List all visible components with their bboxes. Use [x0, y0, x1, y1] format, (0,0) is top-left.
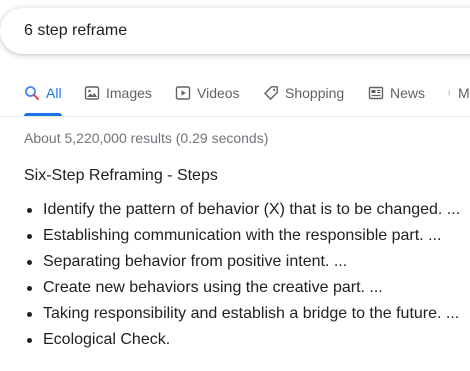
more-vert-icon: [448, 90, 450, 96]
tag-icon: [264, 86, 278, 100]
search-icon: [25, 86, 39, 100]
list-item: Separating behavior from positive intent…: [24, 251, 460, 277]
bullet-icon: [27, 338, 32, 343]
search-query-text[interactable]: 6 step reframe: [24, 21, 127, 41]
search-tabs: All Images Videos Shopping News M: [0, 80, 470, 117]
tab-more-label: M: [458, 85, 470, 101]
featured-snippet-list: Identify the pattern of behavior (X) tha…: [24, 199, 460, 355]
step-text: Ecological Check.: [43, 331, 171, 348]
tab-all-label: All: [46, 85, 62, 101]
bullet-icon: [27, 286, 32, 291]
tab-shopping-label: Shopping: [285, 85, 345, 101]
tab-shopping[interactable]: Shopping: [263, 84, 344, 116]
step-text: Create new behaviors using the creative …: [43, 279, 383, 296]
step-text: Establishing communication with the resp…: [43, 227, 442, 244]
list-item: Establishing communication with the resp…: [24, 225, 460, 251]
bullet-icon: [27, 312, 32, 317]
step-text: Taking responsibility and establish a br…: [43, 305, 460, 322]
search-input[interactable]: 6 step reframe: [0, 8, 470, 54]
list-item: Create new behaviors using the creative …: [24, 277, 460, 303]
tab-images-label: Images: [106, 85, 152, 101]
newspaper-icon: [368, 86, 384, 100]
tab-videos-label: Videos: [197, 85, 240, 101]
results-stats: About 5,220,000 results (0.29 seconds): [24, 130, 269, 146]
list-item: Identify the pattern of behavior (X) tha…: [24, 199, 460, 225]
tab-images[interactable]: Images: [84, 84, 152, 116]
list-item: Taking responsibility and establish a br…: [24, 303, 460, 329]
tab-all[interactable]: All: [24, 84, 62, 116]
featured-snippet-title[interactable]: Six-Step Reframing - Steps: [24, 166, 218, 186]
tab-videos[interactable]: Videos: [175, 84, 240, 116]
step-text: Separating behavior from positive intent…: [43, 253, 348, 270]
play-icon: [175, 86, 191, 100]
tab-more[interactable]: M: [448, 84, 470, 116]
tab-news-label: News: [390, 85, 426, 101]
bullet-icon: [27, 260, 32, 265]
bullet-icon: [27, 208, 32, 213]
bullet-icon: [27, 234, 32, 239]
step-text: Identify the pattern of behavior (X) tha…: [43, 201, 461, 218]
search-results-page: 6 step reframe All Images Videos Shoppin…: [0, 0, 470, 371]
tab-news[interactable]: News: [368, 84, 425, 116]
image-icon: [84, 86, 100, 100]
list-item: Ecological Check.: [24, 329, 460, 355]
